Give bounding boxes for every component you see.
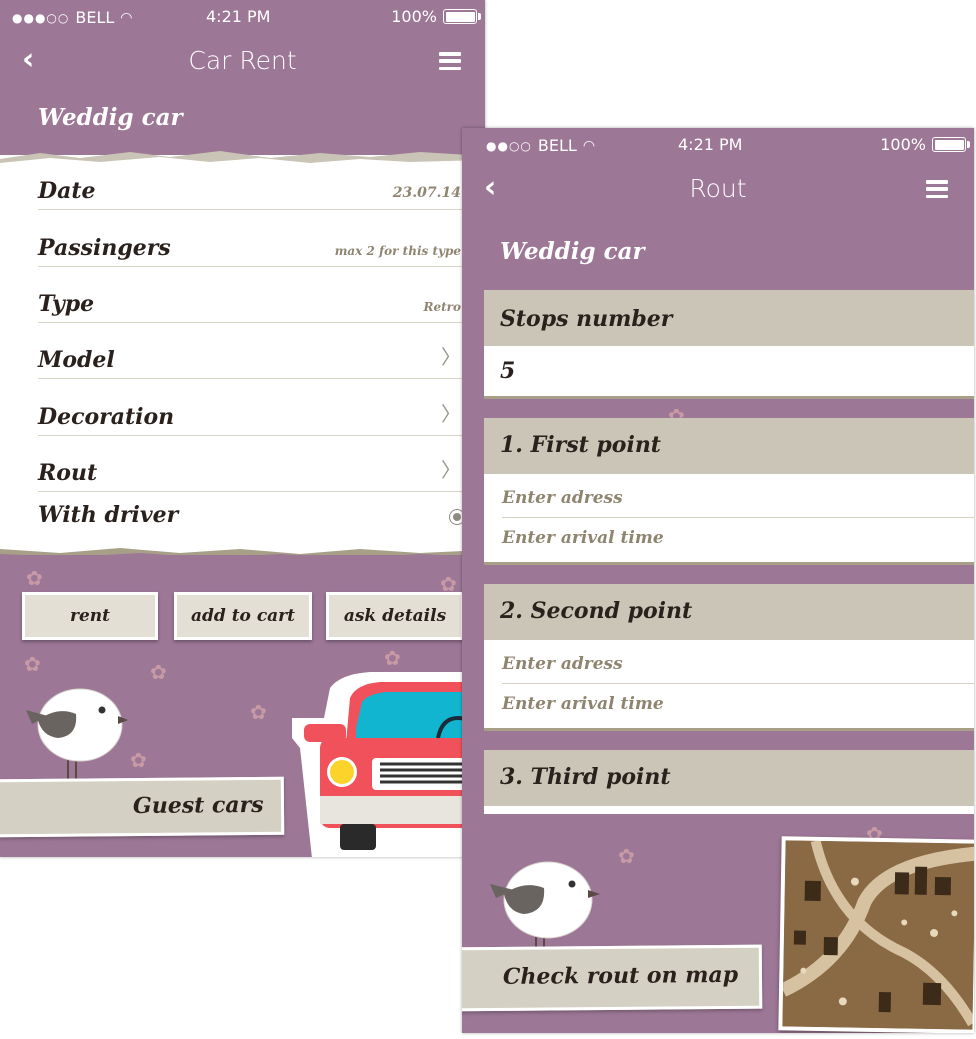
carrier-info: ●●○○ BELL ◠ xyxy=(486,136,595,155)
battery-percent: 100% xyxy=(880,135,926,154)
map-illustration xyxy=(779,839,974,1030)
car-icon xyxy=(292,672,485,857)
row-value: Retro xyxy=(423,300,461,314)
row-with-driver[interactable]: With driver xyxy=(38,491,465,533)
address-placeholder: Enter adress xyxy=(502,654,623,674)
row-passengers[interactable]: Passingers max 2 for this type xyxy=(38,209,465,267)
row-label: Model xyxy=(38,347,115,373)
torn-edge-top xyxy=(0,151,485,165)
chevron-right-icon: 〉 xyxy=(441,458,461,482)
row-date[interactable]: Date 23.07.14 xyxy=(38,169,465,210)
signal-icon: ●●○○ xyxy=(486,138,532,153)
battery-status: 100% xyxy=(391,7,481,26)
row-value: max 2 for this type xyxy=(334,244,461,258)
flower-icon: ✿ xyxy=(26,566,43,590)
second-point-time-input[interactable]: Enter arival time xyxy=(484,684,974,728)
ask-details-button[interactable]: ask details xyxy=(326,592,464,640)
check-rout-on-map-button[interactable]: Check rout on map xyxy=(462,944,763,1012)
add-to-cart-button[interactable]: add to cart xyxy=(174,592,312,640)
divider xyxy=(484,562,974,565)
flower-icon: ✿ xyxy=(150,660,167,684)
nav-title: Car Rent xyxy=(188,46,297,75)
wifi-icon: ◠ xyxy=(120,9,133,26)
stops-number-field[interactable]: 5 xyxy=(484,346,974,396)
battery-icon xyxy=(443,9,481,24)
flower-icon: ✿ xyxy=(250,700,267,724)
row-decoration[interactable]: Decoration 〉 xyxy=(38,378,465,436)
carrier-name: BELL xyxy=(75,8,115,27)
chevron-right-icon: 〉 xyxy=(441,345,461,369)
second-point-header: 2. Second point xyxy=(484,584,974,640)
nav-title: Rout xyxy=(689,174,747,203)
status-bar: ●●●○○ BELL ◠ 4:21 PM 100% xyxy=(0,0,485,34)
signal-icon: ●●●○○ xyxy=(12,10,70,25)
check-rout-label: Check rout on map xyxy=(502,961,739,990)
rout-screen: ●●○○ BELL ◠ 4:21 PM 100% ‹ Rout Weddig c… xyxy=(462,128,974,1033)
row-type[interactable]: Type Retro xyxy=(38,266,465,323)
status-time: 4:21 PM xyxy=(678,135,743,154)
guest-cars-button[interactable]: Guest cars xyxy=(0,776,285,838)
wifi-icon: ◠ xyxy=(582,137,596,154)
status-bar: ●●○○ BELL ◠ 4:21 PM 100% xyxy=(462,128,974,162)
divider xyxy=(484,396,974,399)
battery-percent: 100% xyxy=(391,7,437,26)
first-point-header: 1. First point xyxy=(484,418,974,474)
carrier-info: ●●●○○ BELL ◠ xyxy=(12,8,133,27)
status-time: 4:21 PM xyxy=(206,7,271,26)
car-rent-screen: ●●●○○ BELL ◠ 4:21 PM 100% ‹ Car Rent Wed… xyxy=(0,0,485,857)
row-label: Type xyxy=(38,291,95,317)
time-placeholder: Enter arival time xyxy=(502,528,664,548)
bird-icon xyxy=(490,861,600,958)
row-rout[interactable]: Rout 〉 xyxy=(38,435,465,492)
row-label: Date xyxy=(38,178,96,204)
paper-edge xyxy=(484,806,974,814)
row-label: Passingers xyxy=(38,235,171,261)
row-value: 23.07.14 xyxy=(392,185,461,201)
menu-icon[interactable] xyxy=(439,52,461,70)
third-point-title: 3. Third point xyxy=(500,764,671,790)
chevron-right-icon: 〉 xyxy=(441,402,461,426)
map-icon[interactable] xyxy=(778,836,974,1033)
flower-icon: ✿ xyxy=(130,748,147,772)
row-model[interactable]: Model 〉 xyxy=(38,322,465,379)
flower-icon: ✿ xyxy=(24,652,41,676)
menu-icon[interactable] xyxy=(926,180,948,198)
divider xyxy=(484,728,974,731)
nav-bar: ‹ Rout xyxy=(462,162,974,218)
section-title: Weddig car xyxy=(500,238,645,265)
row-label: Decoration xyxy=(38,404,175,430)
first-point-title: 1. First point xyxy=(500,432,661,458)
bird-icon xyxy=(26,688,128,780)
rent-button[interactable]: rent xyxy=(22,592,158,640)
nav-bar: ‹ Car Rent xyxy=(0,34,485,90)
stops-number-value: 5 xyxy=(500,358,516,384)
section-title: Weddig car xyxy=(38,104,183,131)
battery-status: 100% xyxy=(880,135,970,154)
flower-icon: ✿ xyxy=(618,844,635,868)
first-point-time-input[interactable]: Enter arival time xyxy=(484,518,974,562)
first-point-address-input[interactable]: Enter adress xyxy=(484,474,974,518)
stops-number-header: Stops number xyxy=(484,290,974,348)
battery-icon xyxy=(932,137,970,152)
second-point-title: 2. Second point xyxy=(500,598,693,624)
stops-number-label: Stops number xyxy=(500,306,673,332)
row-label: With driver xyxy=(38,502,179,528)
torn-edge-bottom xyxy=(0,548,485,561)
flower-icon: ✿ xyxy=(384,646,401,670)
carrier-name: BELL xyxy=(537,136,577,155)
rent-form: Date 23.07.14 Passingers max 2 for this … xyxy=(0,151,485,561)
address-placeholder: Enter adress xyxy=(502,488,623,508)
second-point-address-input[interactable]: Enter adress xyxy=(484,640,974,684)
time-placeholder: Enter arival time xyxy=(502,694,664,714)
row-label: Rout xyxy=(38,460,98,486)
guest-cars-label: Guest cars xyxy=(132,791,264,820)
third-point-header: 3. Third point xyxy=(484,750,974,806)
